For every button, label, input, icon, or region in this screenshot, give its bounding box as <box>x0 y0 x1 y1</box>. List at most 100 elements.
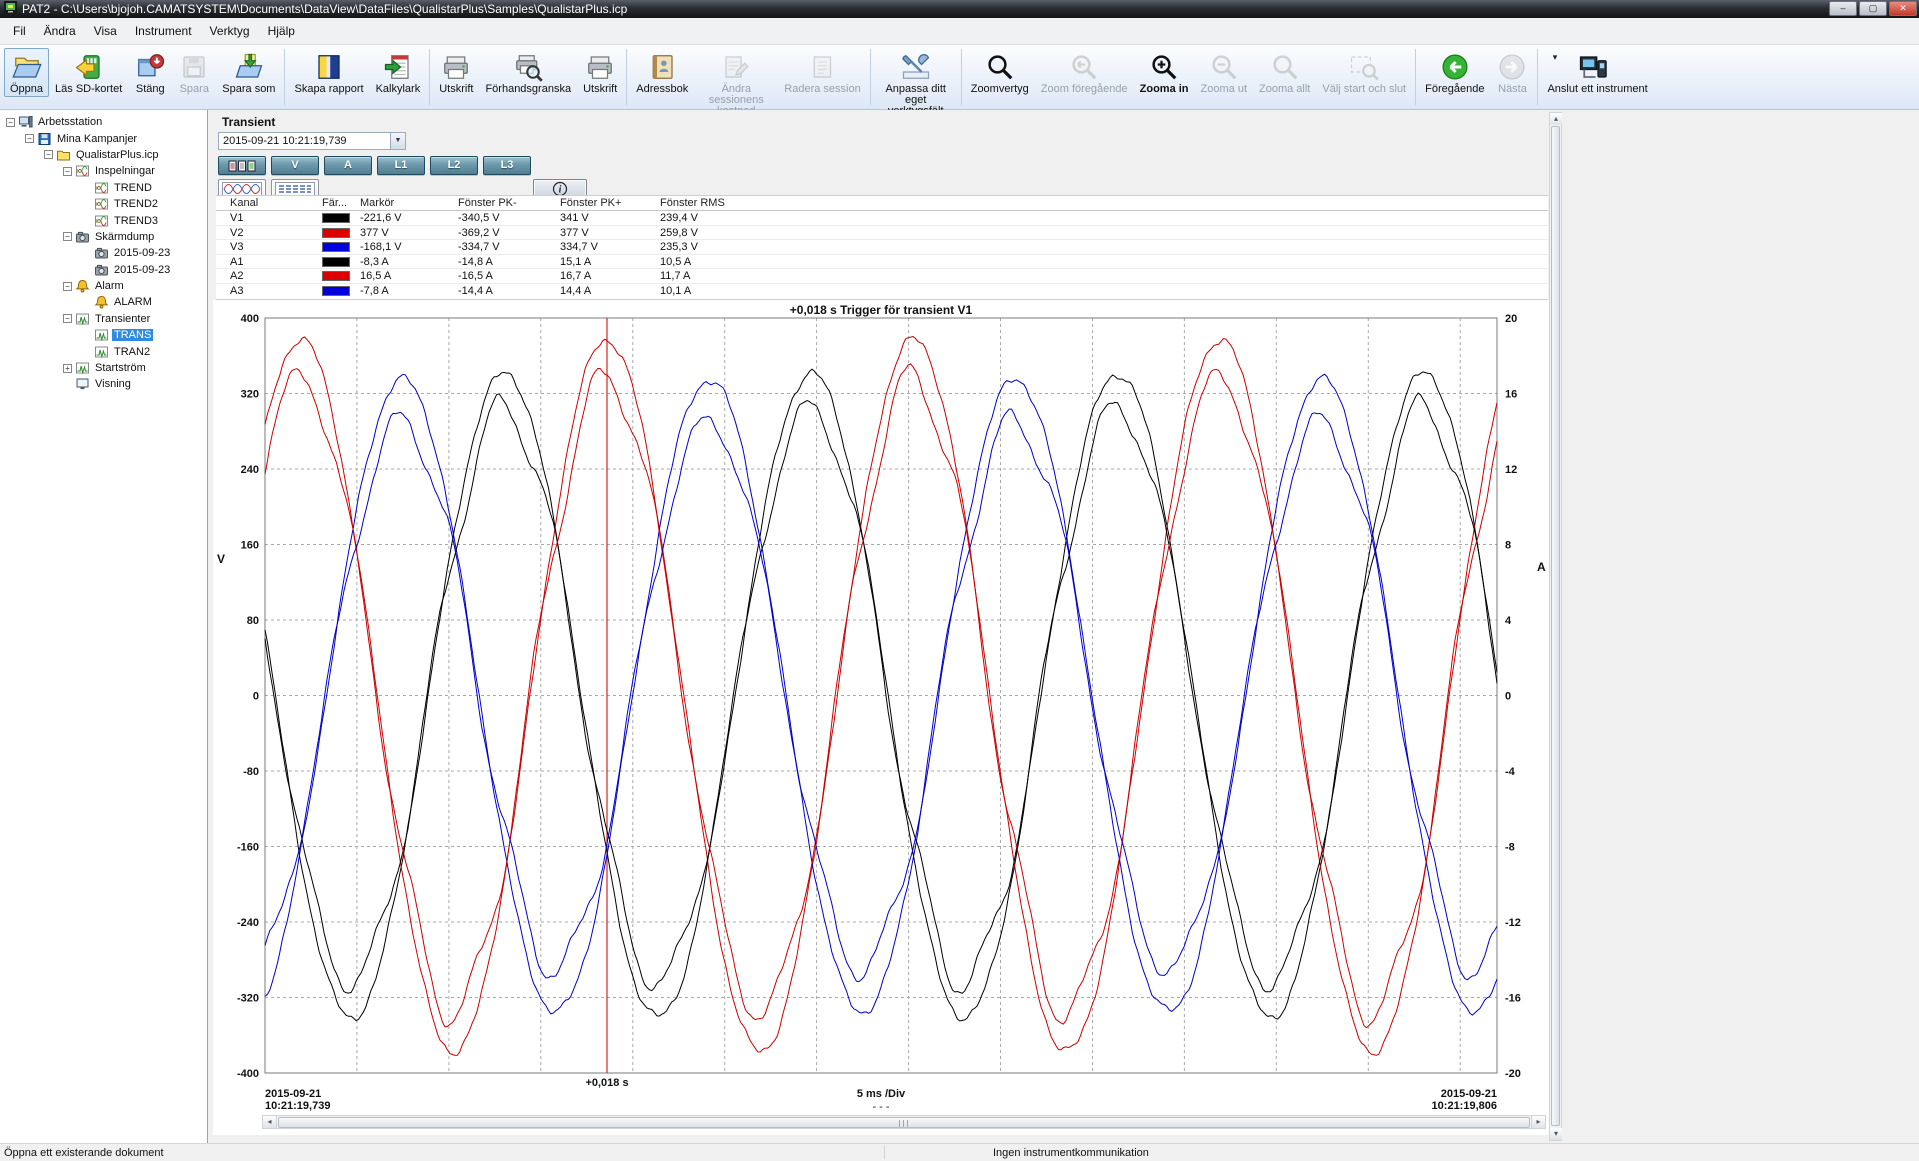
svg-text:-320: -320 <box>237 993 259 1005</box>
toolbar-overflow-icon[interactable]: ▾ <box>1548 50 1562 64</box>
menu-fil[interactable]: Fil <box>4 20 35 42</box>
camera-icon <box>94 263 109 277</box>
scroll-right-icon[interactable]: ▸ <box>1531 1116 1545 1128</box>
expand-icon[interactable]: + <box>63 364 72 373</box>
series-A3 <box>265 409 1497 982</box>
collapse-icon[interactable]: − <box>63 314 72 323</box>
scroll-up-icon[interactable]: ▴ <box>1550 113 1562 125</box>
toolbar-f-reg-ende-button[interactable]: Föregående <box>1419 48 1490 97</box>
tree-item-arbetsstation[interactable]: −Arbetsstation <box>0 114 207 130</box>
printer-icon <box>440 51 472 83</box>
minimize-button[interactable]: – <box>1829 1 1857 16</box>
tree-item-startstr-m[interactable]: +Startström <box>0 360 207 376</box>
svg-text:8: 8 <box>1505 540 1511 552</box>
scroll-down-icon[interactable]: ▾ <box>1550 1128 1562 1140</box>
toolbar-button-label: Zoom föregående <box>1041 84 1128 95</box>
menu-instrument[interactable]: Instrument <box>126 20 201 42</box>
phase-button-l3[interactable]: L3 <box>483 156 531 175</box>
column-header-f-r[interactable]: Fär... <box>322 197 347 209</box>
collapse-icon[interactable]: − <box>63 167 72 176</box>
zoom-prev-icon <box>1068 51 1100 83</box>
svg-text:i: i <box>559 185 562 196</box>
phase-button-a[interactable]: A <box>324 156 372 175</box>
tree-item-visning[interactable]: Visning <box>0 376 207 392</box>
column-header-kanal[interactable]: Kanal <box>230 197 258 209</box>
chart-plot[interactable]: 400320240160800-80-160-240-320-400201612… <box>213 300 1553 1135</box>
table-row-v1[interactable]: V1-221,6 V-340,5 V341 V239,4 V <box>216 211 1548 226</box>
transient-select-dropdown[interactable]: 2015-09-21 10:21:19,739 ▼ <box>218 132 406 150</box>
table-row-v2[interactable]: V2377 V-369,2 V377 V259,8 V <box>216 226 1548 241</box>
toolbar-f-rhandsgranska-button[interactable]: Förhandsgranska <box>479 48 577 97</box>
close-button[interactable]: ✕ <box>1889 1 1917 16</box>
table-row-a2[interactable]: A216,5 A-16,5 A16,7 A11,7 A <box>216 269 1548 284</box>
scrollbar-thumb[interactable] <box>278 1117 1530 1128</box>
menu-hj-lp[interactable]: Hjälp <box>259 20 304 42</box>
vscrollbar-thumb[interactable] <box>1551 126 1560 1126</box>
phase-button-l1[interactable]: L1 <box>377 156 425 175</box>
toolbar-zooma-allt-button: Zooma allt <box>1253 48 1316 97</box>
toolbar-ppna-button[interactable]: Öppna <box>4 48 49 97</box>
tree-item-trans[interactable]: TRANS <box>0 327 207 343</box>
connect-icon <box>1577 51 1609 83</box>
toolbar-utskrift-button[interactable]: Utskrift <box>577 48 623 97</box>
tree-item-sk-rmdump[interactable]: −Skärmdump <box>0 229 207 245</box>
tree-item-label: 2015-09-23 <box>112 264 172 276</box>
menu-visa[interactable]: Visa <box>85 20 126 42</box>
tree-item-tran2[interactable]: TRAN2 <box>0 343 207 359</box>
tree-item-2015-09-23[interactable]: 2015-09-23 <box>0 262 207 278</box>
table-row-v3[interactable]: V3-168,1 V-334,7 V334,7 V235,3 V <box>216 240 1548 255</box>
cell: A1 <box>230 256 243 268</box>
toolbar-utskrift-button[interactable]: Utskrift <box>433 48 479 97</box>
tree-item-2015-09-23[interactable]: 2015-09-23 <box>0 245 207 261</box>
toolbar-st-ng-button[interactable]: Stäng <box>128 48 172 97</box>
tree-item-alarm[interactable]: −Alarm <box>0 278 207 294</box>
phase-button-l2[interactable]: L2 <box>430 156 478 175</box>
phase-button-v[interactable]: V <box>271 156 319 175</box>
table-row-a1[interactable]: A1-8,3 A-14,8 A15,1 A10,5 A <box>216 255 1548 270</box>
collapse-icon[interactable]: − <box>25 134 34 143</box>
tree-item-mina-kampanjer[interactable]: −Mina Kampanjer <box>0 130 207 146</box>
bell-icon <box>94 295 109 309</box>
all-phases-button[interactable] <box>218 156 266 175</box>
chart-horizontal-scrollbar[interactable]: ◂ ▸ <box>262 1115 1546 1129</box>
tree-item-inspelningar[interactable]: −Inspelningar <box>0 163 207 179</box>
panel-vertical-scrollbar[interactable]: ▴ ▾ <box>1549 112 1562 1141</box>
column-header-f-nster-rms[interactable]: Fönster RMS <box>660 197 725 209</box>
toolbar-anpassa-ditt-eget-verktygsf-lt-button[interactable]: Anpassa ditt eget verktygsfält <box>874 48 958 119</box>
toolbar-spara-som-button[interactable]: Spara som <box>216 48 281 97</box>
svg-text:240: 240 <box>241 464 259 476</box>
column-header-f-nster-pk[interactable]: Fönster PK+ <box>560 197 621 209</box>
maximize-button[interactable]: ▢ <box>1859 1 1887 16</box>
tree-item-alarm[interactable]: ALARM <box>0 294 207 310</box>
toolbar-zoomvertyg-button[interactable]: Zoomvertyg <box>965 48 1035 97</box>
toolbar-button-label: Öppna <box>10 84 43 95</box>
window-end-timestamp: 2015-09-21 10:21:19,806 <box>1387 1088 1497 1112</box>
column-header-mark-r[interactable]: Markör <box>360 197 394 209</box>
scroll-left-icon[interactable]: ◂ <box>263 1116 277 1128</box>
toolbar-kalkylark-button[interactable]: Kalkylark <box>370 48 427 97</box>
collapse-icon[interactable]: − <box>6 118 15 127</box>
tree-item-trend[interactable]: TREND <box>0 180 207 196</box>
toolbar-zooma-in-button[interactable]: Zooma in <box>1134 48 1195 97</box>
tree-item-trend3[interactable]: TREND3 <box>0 212 207 228</box>
tree-item-qualistarplus-icp[interactable]: −QualistarPlus.icp <box>0 147 207 163</box>
collapse-icon[interactable]: − <box>63 282 72 291</box>
customize-icon <box>900 51 932 83</box>
collapse-icon[interactable]: − <box>63 232 72 241</box>
waveform-icon <box>222 182 262 196</box>
toolbar-skapa-rapport-button[interactable]: Skapa rapport <box>288 48 369 97</box>
table-row-a3[interactable]: A3-7,8 A-14,4 A14,4 A10,1 A <box>216 284 1548 299</box>
menu-verktyg[interactable]: Verktyg <box>201 20 259 42</box>
collapse-icon[interactable]: − <box>44 150 53 159</box>
column-header-f-nster-pk[interactable]: Fönster PK- <box>458 197 517 209</box>
tree-item-transienter[interactable]: −Transienter <box>0 311 207 327</box>
cell: -8,3 A <box>360 256 389 268</box>
workstation-icon <box>18 115 33 129</box>
transient-icon <box>75 312 90 326</box>
svg-text:-240: -240 <box>237 917 259 929</box>
toolbar-l-s-sd-kortet-button[interactable]: Läs SD-kortet <box>49 48 128 97</box>
toolbar-adressbok-button[interactable]: Adressbok <box>630 48 694 97</box>
menu-ndra[interactable]: Ändra <box>35 20 85 42</box>
toolbar-button-label: Stäng <box>136 84 165 95</box>
tree-item-trend2[interactable]: TREND2 <box>0 196 207 212</box>
